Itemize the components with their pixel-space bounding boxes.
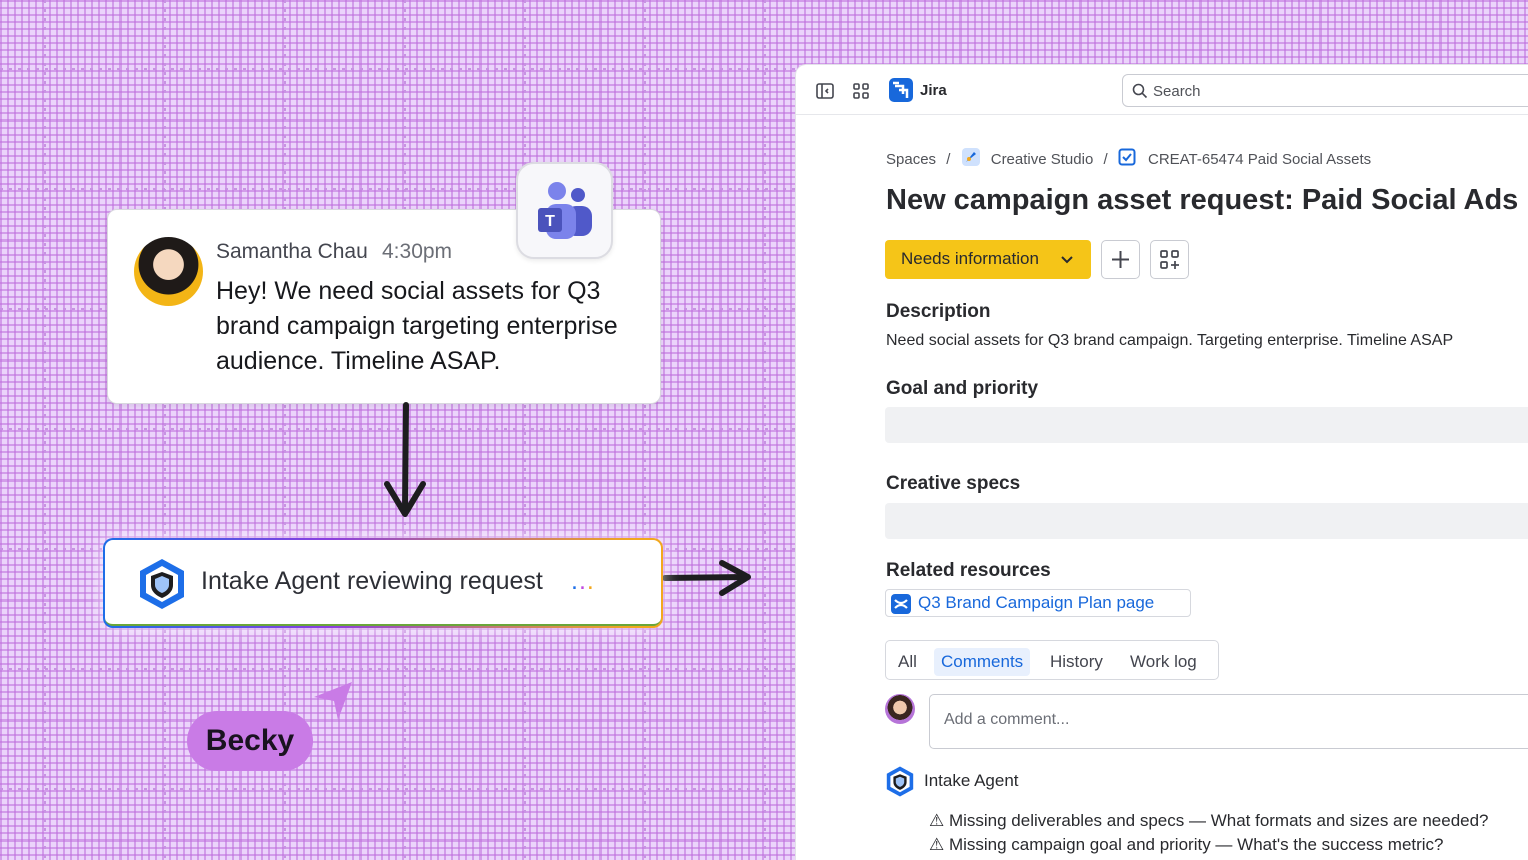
cursor-pointer-icon (314, 682, 352, 720)
status-dropdown[interactable]: Needs information (885, 240, 1091, 279)
breadcrumb-space[interactable]: Creative Studio (991, 151, 1094, 168)
collaborator-cursor-label: Becky (187, 711, 313, 771)
grid-line (44, 0, 46, 860)
arrow-right-icon (662, 560, 751, 596)
warning-line: ⚠ Missing deliverables and specs — What … (929, 811, 1489, 830)
grid-line (644, 0, 646, 860)
sidebar-toggle-icon[interactable] (815, 81, 835, 101)
message-sender: Samantha Chau (216, 240, 368, 263)
avatar (134, 237, 203, 306)
svg-text:T: T (545, 213, 555, 230)
checkbox-task-icon (1118, 148, 1136, 170)
breadcrumb: Spaces / Creative Studio / CREAT-65474 P… (886, 147, 1371, 171)
related-resource-label: Q3 Brand Campaign Plan page (918, 593, 1155, 612)
agent-status-label: Intake Agent reviewing request (201, 567, 543, 595)
goal-heading: Goal and priority (886, 378, 1039, 399)
specs-heading: Creative specs (886, 473, 1021, 494)
chevron-down-icon (1061, 256, 1073, 264)
jira-issue-panel: Jira Search Spaces / Creative Studio / C… (796, 65, 1528, 860)
comment-input[interactable]: Add a comment... (929, 694, 1528, 749)
message-time: 4:30pm (382, 240, 453, 263)
grid-line (524, 0, 526, 860)
confluence-icon (891, 594, 911, 614)
tab-all[interactable]: All (891, 648, 924, 676)
comment-author: Intake Agent (924, 771, 1019, 790)
rocket-space-icon (961, 147, 981, 171)
grid-line (764, 0, 766, 860)
description-text[interactable]: Need social assets for Q3 brand campaign… (886, 332, 1453, 350)
description-heading: Description (886, 301, 991, 322)
loading-dots: ... (571, 567, 595, 595)
status-label: Needs information (901, 249, 1039, 268)
add-button[interactable] (1101, 240, 1140, 279)
warning-line: ⚠ Missing campaign goal and priority — W… (929, 835, 1444, 854)
app-switcher-icon[interactable] (851, 81, 871, 101)
breadcrumb-separator: / (1103, 150, 1108, 168)
jira-logo-icon[interactable] (889, 78, 913, 102)
tab-history[interactable]: History (1043, 648, 1110, 676)
search-input[interactable]: Search (1122, 74, 1528, 107)
comment-placeholder: Add a comment... (944, 711, 1070, 728)
search-icon (1132, 83, 1148, 99)
goal-field[interactable] (885, 407, 1528, 443)
app-name: Jira (920, 82, 947, 99)
agent-status-card: Intake Agent reviewing request ... (103, 538, 663, 628)
add-app-icon (1160, 250, 1179, 269)
tab-comments[interactable]: Comments (934, 648, 1031, 676)
plus-icon (1112, 251, 1129, 268)
shield-agent-icon (886, 766, 914, 797)
message-text: Hey! We need social assets for Q3 brand … (216, 277, 618, 375)
activity-tabs: All Comments History Work log (885, 640, 1219, 680)
shield-agent-icon (140, 559, 184, 609)
breadcrumb-issue[interactable]: CREAT-65474 Paid Social Assets (1148, 151, 1371, 168)
grid-line (164, 0, 166, 860)
related-resource-link[interactable]: Q3 Brand Campaign Plan page (885, 589, 1191, 617)
related-heading: Related resources (886, 560, 1051, 581)
breadcrumb-separator: / (946, 150, 951, 168)
avatar (885, 694, 915, 724)
tab-work-log[interactable]: Work log (1123, 648, 1204, 676)
breadcrumb-spaces[interactable]: Spaces (886, 151, 936, 168)
arrow-down-icon (384, 402, 426, 517)
apps-button[interactable] (1150, 240, 1189, 279)
teams-icon: T (516, 162, 613, 259)
top-navigation: Jira Search (796, 65, 1528, 115)
specs-field[interactable] (885, 503, 1528, 539)
search-placeholder: Search (1153, 83, 1201, 100)
page-title: New campaign asset request: Paid Social … (886, 184, 1519, 216)
